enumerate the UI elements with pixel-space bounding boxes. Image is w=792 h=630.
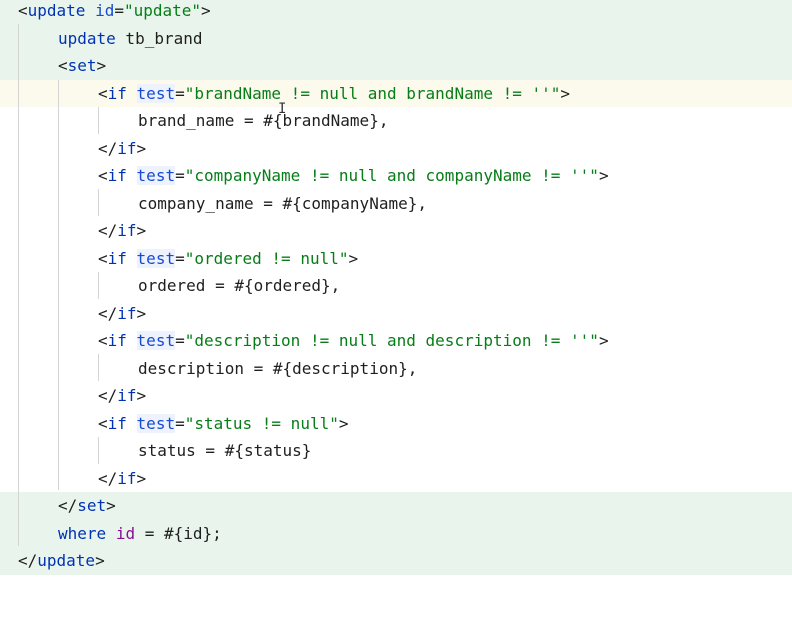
code-line-20[interactable]: where id = #{id};	[0, 519, 792, 547]
ordered-assignment: ordered = #{ordered},	[138, 276, 341, 295]
xml-tag-update-open: <update id="update">	[18, 1, 211, 20]
code-editor[interactable]: <update id="update"> update tb_brand <se…	[0, 0, 792, 577]
code-line-7[interactable]: <if test="companyName != null and compan…	[0, 162, 792, 190]
code-line-17[interactable]: status = #{status}	[0, 437, 792, 465]
xml-tag-if-close: </if>	[98, 221, 147, 240]
code-line-19[interactable]: </set>	[0, 492, 792, 520]
brand-name-assignment: brand_name = #{brandName},	[138, 111, 389, 130]
company-name-assignment: company_name = #{companyName},	[138, 193, 427, 213]
code-line-12[interactable]: </if>	[0, 300, 792, 328]
indent-guide	[18, 24, 19, 546]
code-line-14[interactable]: description = #{description},	[0, 355, 792, 383]
code-line-16[interactable]: <if test="status != null">	[0, 410, 792, 438]
code-line-10[interactable]: <if test="ordered != null">	[0, 245, 792, 273]
xml-tag-if-close: </if>	[98, 303, 147, 323]
xml-tag-update-close: </update>	[18, 551, 105, 570]
code-line-2[interactable]: update tb_brand	[0, 24, 792, 52]
code-line-8[interactable]: company_name = #{companyName},	[0, 190, 792, 218]
code-line-6[interactable]: </if>	[0, 135, 792, 163]
indent-guide	[98, 272, 99, 299]
code-line-15[interactable]: </if>	[0, 382, 792, 410]
sql-update-statement: update tb_brand	[58, 28, 203, 48]
xml-tag-if-ordered: <if test="ordered != null">	[98, 248, 359, 268]
indent-guide	[58, 80, 59, 490]
xml-tag-if-brandname: <if test="brandName != null and brandNam…	[98, 83, 571, 103]
code-line-11[interactable]: ordered = #{ordered},	[0, 272, 792, 300]
indent-guide	[98, 189, 99, 216]
xml-tag-set-open: <set>	[58, 56, 107, 75]
code-line-3[interactable]: <set>	[0, 52, 792, 80]
text-cursor-icon: I	[278, 101, 287, 117]
code-line-4[interactable]: <if test="brandName != null and brandNam…	[0, 79, 792, 107]
code-line-1[interactable]: <update id="update">	[0, 0, 792, 25]
xml-tag-if-close: </if>	[98, 468, 147, 488]
description-assignment: description = #{description},	[138, 358, 418, 378]
code-line-5[interactable]: brand_name = #{brandName},	[0, 107, 792, 135]
indent-guide	[98, 107, 99, 134]
sql-where-clause: where id = #{id};	[58, 523, 222, 543]
xml-tag-if-close: </if>	[98, 386, 147, 405]
code-line-9[interactable]: </if>	[0, 217, 792, 245]
indent-guide	[98, 437, 99, 464]
code-line-18[interactable]: </if>	[0, 465, 792, 493]
code-line-13[interactable]: <if test="description != null and descri…	[0, 327, 792, 355]
xml-tag-set-close: </set>	[58, 496, 116, 515]
indent-guide	[98, 354, 99, 381]
xml-tag-if-description: <if test="description != null and descri…	[98, 331, 609, 350]
status-assignment: status = #{status}	[138, 441, 312, 460]
xml-tag-if-companyname: <if test="companyName != null and compan…	[98, 166, 609, 185]
xml-tag-if-status: <if test="status != null">	[98, 413, 349, 433]
code-line-21[interactable]: </update>	[0, 547, 792, 575]
xml-tag-if-close: </if>	[98, 138, 147, 158]
